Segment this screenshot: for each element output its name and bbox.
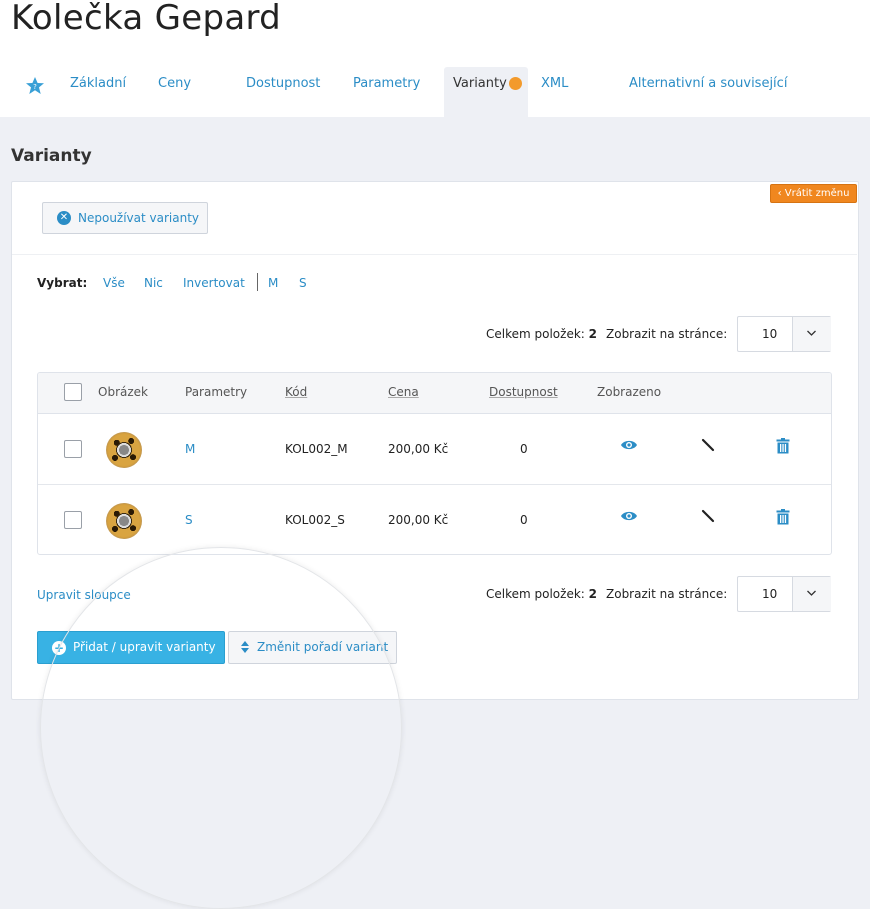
per-page-value: 10 bbox=[762, 327, 778, 341]
no-variants-button[interactable]: ✕ Nepoužívat varianty bbox=[42, 202, 208, 234]
tab-ceny[interactable]: Ceny bbox=[158, 67, 191, 117]
row-availability: 0 bbox=[520, 442, 528, 456]
total-value: 2 bbox=[588, 587, 597, 601]
col-code[interactable]: Kód bbox=[285, 385, 307, 399]
total-label: Celkem položek: bbox=[486, 327, 585, 341]
status-dot bbox=[509, 77, 522, 90]
separator bbox=[257, 273, 258, 291]
chevron-down-icon[interactable] bbox=[792, 577, 831, 611]
total-count-bottom: Celkem položek: 2 bbox=[486, 587, 597, 601]
row-checkbox[interactable] bbox=[64, 440, 82, 458]
col-availability[interactable]: Dostupnost bbox=[489, 385, 558, 399]
col-price[interactable]: Cena bbox=[388, 385, 419, 399]
divider bbox=[12, 254, 857, 255]
col-params: Parametry bbox=[185, 385, 248, 399]
trash-icon[interactable] bbox=[776, 438, 790, 454]
tab-zakladni[interactable]: Základní bbox=[70, 67, 126, 117]
tab-alternativni[interactable]: Alternativní a související bbox=[629, 67, 787, 117]
eye-icon[interactable] bbox=[620, 509, 638, 523]
row-code: KOL002_S bbox=[285, 513, 345, 527]
select-label: Vybrat: bbox=[37, 276, 88, 290]
row-price: 200,00 Kč bbox=[388, 513, 449, 527]
select-invert[interactable]: Invertovat bbox=[183, 276, 245, 290]
select-s[interactable]: S bbox=[299, 276, 307, 290]
pencil-icon[interactable] bbox=[701, 509, 715, 523]
section-title: Varianty bbox=[11, 146, 92, 166]
star-icon[interactable]: ? bbox=[25, 76, 45, 96]
row-param[interactable]: S bbox=[185, 513, 193, 527]
row-checkbox[interactable] bbox=[64, 511, 82, 529]
sort-icon bbox=[241, 641, 249, 653]
per-page-select-bottom[interactable]: 10 bbox=[737, 576, 831, 612]
svg-text:?: ? bbox=[33, 83, 37, 91]
tab-varianty[interactable]: Varianty bbox=[444, 67, 528, 117]
total-label: Celkem položek: bbox=[486, 587, 585, 601]
trash-icon[interactable] bbox=[776, 509, 790, 525]
tab-varianty-label: Varianty bbox=[453, 76, 507, 91]
revert-button[interactable]: ‹ Vrátit změnu bbox=[770, 184, 857, 203]
per-page-value: 10 bbox=[762, 587, 778, 601]
row-availability: 0 bbox=[520, 513, 528, 527]
total-value: 2 bbox=[588, 327, 597, 341]
select-all[interactable]: Vše bbox=[103, 276, 125, 290]
per-page-label-top: Zobrazit na stránce: bbox=[606, 327, 728, 341]
product-thumbnail bbox=[106, 503, 142, 539]
reorder-variants-button[interactable]: Změnit pořadí variant bbox=[228, 631, 397, 664]
select-all-checkbox[interactable] bbox=[64, 383, 82, 401]
reorder-variants-label: Změnit pořadí variant bbox=[257, 640, 389, 654]
close-circle-icon: ✕ bbox=[57, 211, 71, 225]
tab-xml[interactable]: XML bbox=[541, 67, 568, 117]
tab-dostupnost[interactable]: Dostupnost bbox=[246, 67, 320, 117]
add-edit-variants-button[interactable]: + Přidat / upravit varianty bbox=[37, 631, 225, 664]
total-count-top: Celkem položek: 2 bbox=[486, 327, 597, 341]
header: Kolečka Gepard ? Základní Ceny Dostupnos… bbox=[0, 0, 870, 117]
pencil-icon[interactable] bbox=[701, 438, 715, 452]
eye-icon[interactable] bbox=[620, 438, 638, 452]
row-code: KOL002_M bbox=[285, 442, 348, 456]
tab-parametry[interactable]: Parametry bbox=[353, 67, 420, 117]
select-none[interactable]: Nic bbox=[144, 276, 163, 290]
select-m[interactable]: M bbox=[268, 276, 278, 290]
tab-bar: ? Základní Ceny Dostupnost Parametry Var… bbox=[0, 67, 870, 117]
chevron-down-icon[interactable] bbox=[792, 317, 831, 351]
row-param[interactable]: M bbox=[185, 442, 195, 456]
table-row: M KOL002_M 200,00 Kč 0 bbox=[38, 414, 831, 485]
col-image: Obrázek bbox=[98, 385, 148, 399]
per-page-select-top[interactable]: 10 bbox=[737, 316, 831, 352]
edit-columns-link[interactable]: Upravit sloupce bbox=[37, 588, 131, 602]
add-edit-variants-label: Přidat / upravit varianty bbox=[73, 640, 216, 654]
table-header: Obrázek Parametry Kód Cena Dostupnost Zo… bbox=[38, 373, 831, 414]
per-page-label-bottom: Zobrazit na stránce: bbox=[606, 587, 728, 601]
page-title: Kolečka Gepard bbox=[11, 0, 282, 38]
product-thumbnail bbox=[106, 432, 142, 468]
row-price: 200,00 Kč bbox=[388, 442, 449, 456]
no-variants-label: Nepoužívat varianty bbox=[78, 211, 200, 225]
col-displayed: Zobrazeno bbox=[597, 385, 662, 399]
plus-circle-icon: + bbox=[52, 641, 66, 655]
variants-table: Obrázek Parametry Kód Cena Dostupnost Zo… bbox=[37, 372, 832, 555]
table-row: S KOL002_S 200,00 Kč 0 bbox=[38, 485, 831, 554]
